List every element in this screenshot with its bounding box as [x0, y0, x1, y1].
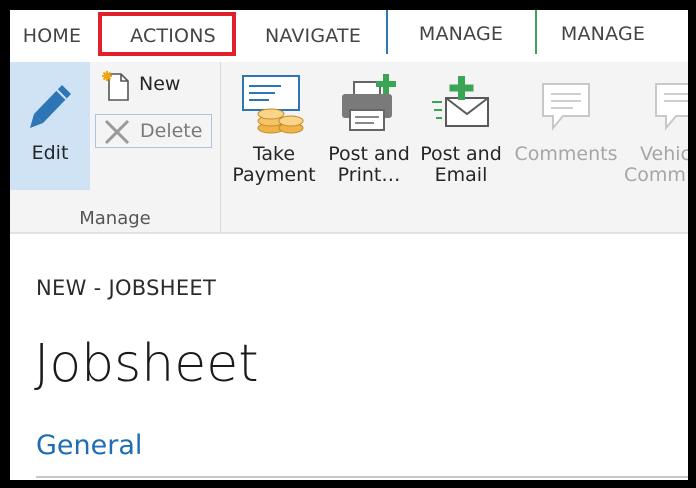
page-title: Jobsheet	[34, 334, 259, 394]
tab-home[interactable]: HOME	[10, 20, 94, 52]
tab-separator-green	[535, 10, 537, 54]
app-window: HOME ACTIONS NAVIGATE MANAGE MANAGE Edit	[10, 10, 688, 480]
payment-coins-icon	[242, 75, 304, 134]
pencil-icon	[30, 85, 71, 128]
delete-button[interactable]: Delete	[95, 114, 212, 148]
tab-separator-blue	[386, 10, 388, 54]
new-document-icon	[102, 71, 129, 101]
ribbon-tab-bar: HOME ACTIONS NAVIGATE MANAGE MANAGE	[10, 10, 688, 62]
post-and-email-button[interactable]: Post and Email	[414, 72, 508, 190]
ribbon-group-divider	[220, 62, 221, 232]
take-payment-label-1: Take	[252, 143, 296, 165]
post-email-label-1: Post and	[420, 143, 502, 165]
manage-group-label: Manage	[79, 208, 151, 229]
vehicle-label-2: Comm	[624, 164, 686, 186]
post-print-label-1: Post and	[328, 143, 410, 165]
take-payment-button[interactable]: Take Payment	[226, 72, 322, 190]
post-print-label-2: Print…	[337, 164, 401, 186]
tab-manage-2[interactable]: MANAGE	[540, 18, 666, 50]
delete-x-icon	[104, 119, 130, 145]
take-payment-label-2: Payment	[232, 164, 316, 186]
section-divider	[36, 476, 688, 478]
delete-label: Delete	[140, 120, 203, 142]
printer-plus-icon	[342, 74, 396, 131]
new-button[interactable]: New	[95, 68, 205, 102]
post-and-print-button[interactable]: Post and Print…	[320, 72, 418, 190]
vehicle-comment-bubble-icon	[655, 83, 688, 131]
tab-manage-1[interactable]: MANAGE	[392, 18, 530, 50]
comments-button[interactable]: Comments	[512, 72, 620, 190]
ribbon: Edit New Delete Manage Take Payment Post…	[10, 62, 688, 234]
section-header-general[interactable]: General	[36, 430, 142, 461]
vehicle-label-1: Vehic	[640, 143, 688, 165]
actions-tab-highlight	[98, 12, 236, 56]
new-label: New	[139, 73, 181, 95]
edit-button[interactable]: Edit	[10, 62, 90, 190]
email-plus-icon	[432, 76, 489, 127]
comments-label: Comments	[514, 143, 618, 165]
post-email-label-2: Email	[434, 164, 488, 186]
vehicle-comments-button[interactable]: Vehic Comm	[624, 72, 688, 190]
edit-label: Edit	[31, 142, 69, 164]
comment-bubble-icon	[542, 83, 590, 131]
tab-navigate[interactable]: NAVIGATE	[248, 20, 378, 52]
breadcrumb: NEW - JOBSHEET	[36, 276, 217, 300]
page-content: NEW - JOBSHEET Jobsheet General	[10, 234, 688, 480]
